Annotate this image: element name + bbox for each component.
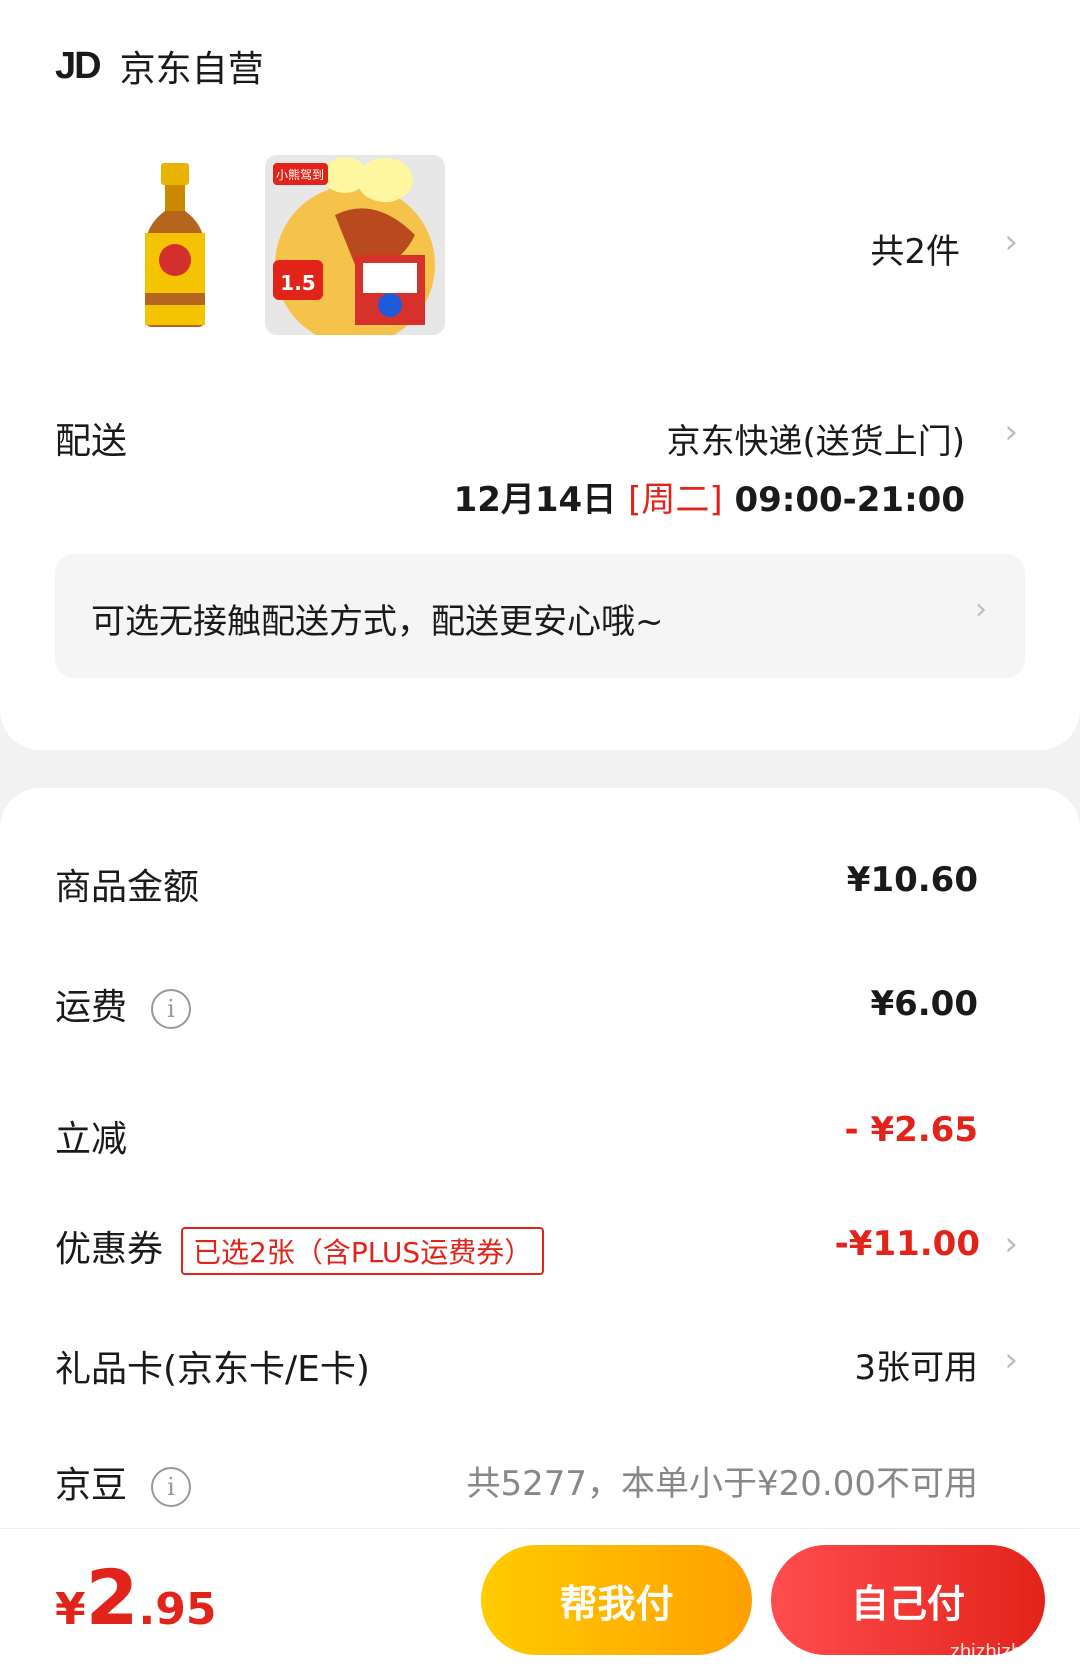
delivery-time[interactable]: 12月14日 [周二] 09:00-21:00 [454,472,965,521]
coupon-label: 优惠券 [55,1229,164,1270]
price-summary-card: 商品金额 ¥10.60 运费 i ¥6.00 立减 - ¥2.65 优惠券 已选2张… [0,788,1080,1528]
gift-card-value[interactable]: 3张可用 [854,1340,978,1389]
shop-header: JD 京东自营 [55,40,264,92]
chevron-right-icon[interactable]: › [1004,222,1018,262]
product-thumbnail-bottle[interactable] [85,155,265,335]
contactless-notice[interactable]: 可选无接触配送方式，配送更安心哦~ › [55,554,1025,678]
discount-label: 立减 [55,1119,128,1160]
chevron-right-icon[interactable]: › [1004,1224,1018,1264]
jingdou-label: 京豆 [55,1465,128,1506]
shipping-label: 运费 [55,987,128,1028]
snack-image: 小熊驾到 1.5 [265,155,445,335]
total-price: ¥2.95 [55,1553,216,1642]
delivery-method[interactable]: 京东快递(送货上门) [666,414,965,463]
shipping-row-label: 运费 i [55,978,192,1030]
delivery-time-range: 09:00-21:00 [734,480,965,520]
delivery-date: 12月14日 [453,480,617,520]
help-pay-button[interactable]: 帮我付 [481,1545,752,1655]
coupon-value[interactable]: -¥11.00 [835,1224,980,1264]
discount-value: - ¥2.65 [844,1110,979,1150]
info-icon[interactable]: i [151,1467,192,1507]
goods-count[interactable]: 共2件 [870,224,960,273]
gift-card-label: 礼品卡(京东卡/E卡) [55,1349,370,1390]
coupon-tag[interactable]: 已选2张（含PLUS运费券） [181,1227,545,1275]
watermark: zhizhizhi.com [949,1641,1070,1663]
notice-text: 可选无接触配送方式，配送更安心哦~ [91,602,664,642]
info-icon[interactable]: i [151,989,192,1029]
checkout-bar: ¥2.95 帮我付 自己付 zhizhizhi.com [0,1528,1080,1672]
shop-name: 京东自营 [119,49,264,90]
bottle-image [145,163,205,327]
product-price-badge: 1.5 [280,271,315,295]
chevron-right-icon: › [975,592,987,627]
jingdou-value: 共5277，本单小于¥20.00不可用 [466,1464,979,1504]
order-shop-card: JD 京东自营 小熊驾到 1.5 共2件 › 配送 京东快递(送货上门) › 1… [0,0,1080,750]
goods-amount-value: ¥10.60 [846,860,978,900]
jd-logo: JD [55,44,102,87]
jingdou-row-label: 京豆 i [55,1456,192,1508]
product-thumbnail-snack[interactable]: 小熊驾到 1.5 [265,155,445,335]
product-tag-text: 小熊驾到 [276,167,324,182]
total-integer: 2 [85,1553,139,1642]
coupon-row-label: 优惠券 已选2张（含PLUS运费券） [55,1220,545,1275]
chevron-right-icon[interactable]: › [1004,412,1018,452]
delivery-weekday: [周二] [628,480,723,520]
total-currency: ¥ [55,1584,86,1635]
delivery-label: 配送 [55,421,128,462]
chevron-right-icon[interactable]: › [1004,1340,1018,1380]
goods-amount-label: 商品金额 [55,867,200,908]
total-decimal: .95 [138,1584,217,1635]
shipping-value: ¥6.00 [870,984,978,1024]
self-pay-button[interactable]: 自己付 [771,1545,1045,1655]
